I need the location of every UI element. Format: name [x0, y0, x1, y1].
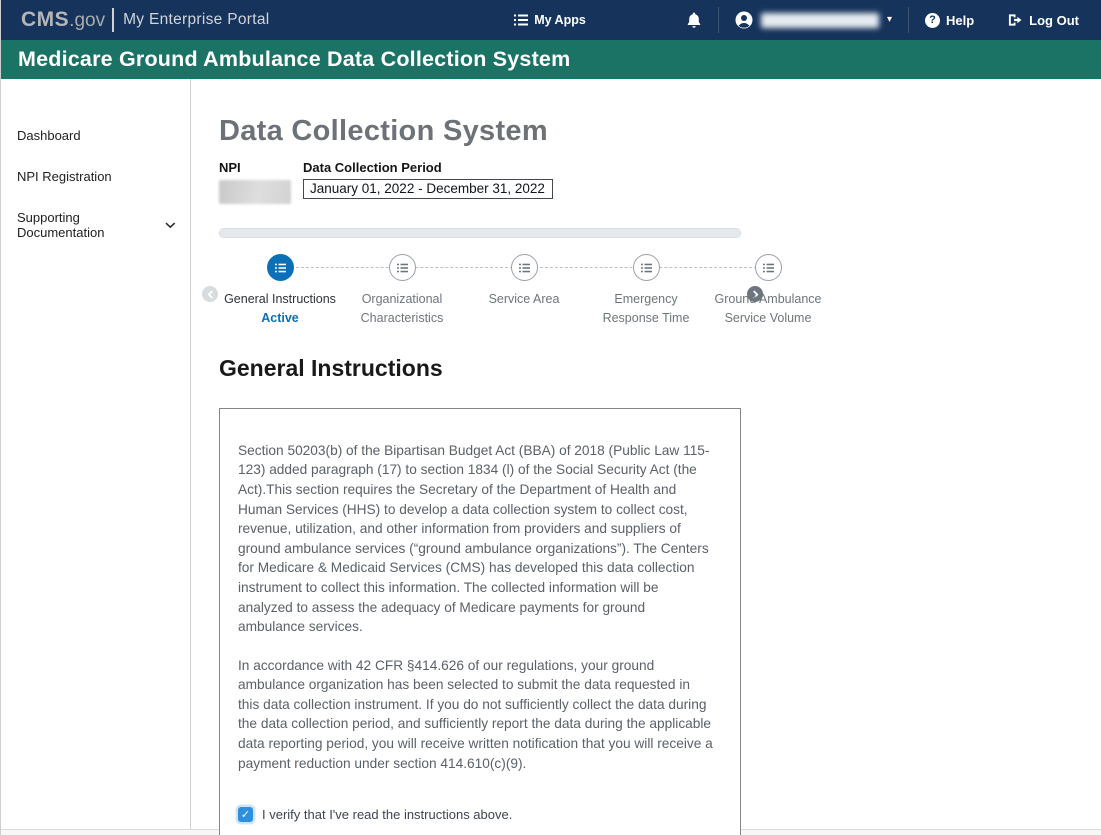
- gov-logo-text: .gov: [69, 10, 105, 32]
- navbar-separator: [718, 7, 719, 33]
- meta-row: NPI Data Collection Period January 01, 2…: [219, 160, 741, 204]
- page-title: Data Collection System: [219, 115, 741, 148]
- instructions-paragraph-1: Section 50203(b) of the Bipartisan Budge…: [238, 441, 714, 637]
- sidebar-item-label: Supporting Documentation: [17, 210, 165, 240]
- step-organizational-characteristics[interactable]: Organizational Characteristics: [341, 254, 463, 329]
- npi-value-redacted: [219, 180, 291, 204]
- main-panel: Data Collection System NPI Data Collecti…: [219, 79, 741, 829]
- cms-logo-text: CMS: [21, 8, 69, 32]
- my-apps-button[interactable]: My Apps: [514, 13, 586, 27]
- section-heading: General Instructions: [219, 355, 741, 382]
- list-icon: [514, 14, 528, 26]
- step-status-badge: Active: [261, 311, 299, 325]
- user-circle-icon: [735, 11, 753, 29]
- content-area: Dashboard NPI Registration Supporting Do…: [1, 79, 1101, 829]
- navbar-right: ▾ ? Help Log Out: [586, 7, 1079, 33]
- step-general-instructions[interactable]: General Instructions Active: [219, 254, 341, 329]
- step-service-area[interactable]: Service Area: [463, 254, 585, 329]
- sidebar-item-label: NPI Registration: [17, 169, 112, 184]
- step-wizard: General Instructions Active Organization…: [219, 254, 741, 329]
- instructions-box: Section 50203(b) of the Bipartisan Budge…: [219, 408, 741, 835]
- step-list-icon: [755, 254, 782, 281]
- sidebar-item-supporting-documentation[interactable]: Supporting Documentation: [1, 197, 190, 253]
- step-label: Service Area: [463, 290, 585, 309]
- period-field: Data Collection Period January 01, 2022 …: [303, 160, 553, 199]
- brand-divider: [112, 8, 114, 32]
- verify-checkbox[interactable]: ✓: [238, 807, 253, 822]
- instructions-paragraph-2: In accordance with 42 CFR §414.626 of ou…: [238, 656, 714, 774]
- npi-field: NPI: [219, 160, 291, 204]
- portal-name: My Enterprise Portal: [123, 11, 269, 29]
- user-menu[interactable]: ▾: [735, 11, 892, 29]
- step-ground-ambulance-service-volume[interactable]: Ground Ambulance Service Volume: [707, 254, 829, 329]
- bell-icon: [686, 12, 702, 29]
- step-label: Emergency Response Time: [585, 290, 707, 329]
- step-label: Ground Ambulance Service Volume: [707, 290, 829, 329]
- stepper-prev-button[interactable]: [202, 286, 218, 302]
- step-list-icon: [389, 254, 416, 281]
- notifications-button[interactable]: [686, 12, 702, 29]
- app-banner: Medicare Ground Ambulance Data Collectio…: [1, 40, 1101, 79]
- user-name-redacted: [761, 13, 879, 28]
- verify-checkbox-label: I verify that I've read the instructions…: [262, 807, 512, 822]
- sidebar-item-label: Dashboard: [17, 128, 81, 143]
- navbar-separator: [908, 7, 909, 33]
- npi-label: NPI: [219, 160, 291, 175]
- steps-row: General Instructions Active Organization…: [219, 254, 741, 329]
- caret-down-icon: ▾: [887, 15, 892, 25]
- step-list-icon: [633, 254, 660, 281]
- chevron-down-icon: [165, 222, 176, 229]
- logout-label: Log Out: [1029, 13, 1079, 28]
- help-label: Help: [946, 13, 974, 28]
- cms-gov-logo[interactable]: CMS.gov: [21, 8, 105, 32]
- period-value-input[interactable]: January 01, 2022 - December 31, 2022: [303, 179, 553, 199]
- top-navbar: CMS.gov My Enterprise Portal My Apps ▾: [1, 0, 1101, 40]
- question-circle-icon: ?: [925, 13, 940, 28]
- step-emergency-response-time[interactable]: Emergency Response Time: [585, 254, 707, 329]
- app-title: Medicare Ground Ambulance Data Collectio…: [18, 47, 570, 72]
- help-button[interactable]: ? Help: [925, 13, 974, 28]
- progress-bar: [219, 228, 741, 238]
- step-label: Organizational Characteristics: [341, 290, 463, 329]
- step-list-icon: [267, 254, 294, 281]
- logout-icon: [1008, 13, 1023, 27]
- my-apps-label: My Apps: [534, 13, 586, 27]
- verify-row: ✓ I verify that I've read the instructio…: [238, 807, 714, 822]
- logout-button[interactable]: Log Out: [1008, 13, 1079, 28]
- sidebar: Dashboard NPI Registration Supporting Do…: [1, 79, 191, 829]
- step-list-icon: [511, 254, 538, 281]
- sidebar-item-dashboard[interactable]: Dashboard: [1, 115, 190, 156]
- navbar-brand-group: CMS.gov My Enterprise Portal: [21, 8, 514, 32]
- sidebar-item-npi-registration[interactable]: NPI Registration: [1, 156, 190, 197]
- period-label: Data Collection Period: [303, 160, 553, 175]
- navbar-center: My Apps: [514, 13, 586, 27]
- chevron-left-icon: [207, 290, 214, 299]
- step-label: General Instructions: [219, 290, 341, 309]
- page: CMS.gov My Enterprise Portal My Apps ▾: [0, 0, 1101, 835]
